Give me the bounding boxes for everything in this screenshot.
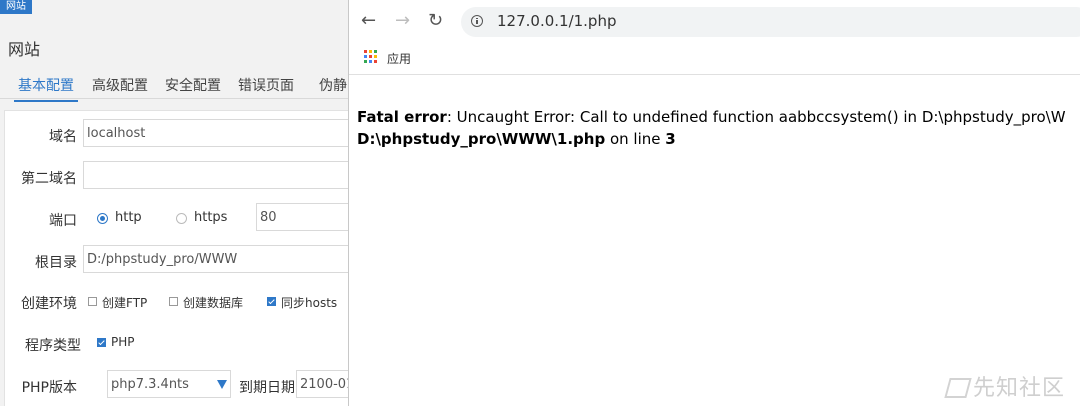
port-label: 端口 (49, 213, 77, 229)
chevron-down-icon[interactable] (217, 380, 227, 389)
domain-input[interactable]: localhost (83, 119, 348, 147)
checkbox-php[interactable] (97, 338, 106, 347)
url-text: 127.0.0.1/1.php (497, 12, 617, 30)
radio-http[interactable] (97, 213, 108, 224)
browser-toolbar: ← → ↻ 127.0.0.1/1.php (349, 0, 1080, 42)
checkbox-sync-hosts[interactable] (267, 297, 276, 306)
domain-label: 域名 (49, 129, 77, 145)
checkbox-create-ftp[interactable] (88, 297, 97, 306)
radio-https[interactable] (176, 213, 187, 224)
php-version-label: PHP版本 (21, 380, 77, 396)
root-dir-input[interactable]: D:/phpstudy_pro/WWW (83, 245, 348, 273)
error-file-path: D:\phpstudy_pro\WWW\1.php (357, 130, 606, 148)
radio-http-label: http (115, 210, 142, 225)
tab-security-config[interactable]: 安全配置 (165, 75, 221, 95)
create-db-label: 创建数据库 (183, 296, 244, 310)
on-line-text: on line (605, 130, 666, 148)
page-content: Fatal error: Uncaught Error: Call to und… (357, 106, 1080, 150)
error-line-number: 3 (665, 130, 676, 148)
tab-error-pages[interactable]: 错误页面 (238, 75, 294, 95)
php-version-select[interactable]: php7.3.4nts (107, 370, 231, 398)
reload-icon[interactable]: ↻ (428, 11, 443, 31)
error-line-1: Fatal error: Uncaught Error: Call to und… (357, 106, 1080, 128)
php-type-label: PHP (111, 335, 135, 349)
create-ftp-label: 创建FTP (102, 296, 148, 310)
tab-basic-config[interactable]: 基本配置 (14, 75, 78, 102)
watermark-text: 先知社区 (972, 376, 1065, 401)
panel-title: 网站 (8, 40, 41, 59)
apps-grid-icon[interactable] (364, 50, 378, 64)
error-line-2: D:\phpstudy_pro\WWW\1.php on line 3 (357, 128, 1080, 150)
radio-https-label: https (194, 210, 228, 225)
program-type-label: 程序类型 (25, 338, 81, 354)
port-input[interactable]: 80 (256, 203, 348, 231)
forward-arrow-icon[interactable]: → (395, 11, 410, 31)
bookmark-apps[interactable]: 应用 (387, 50, 411, 67)
checkbox-create-db[interactable] (169, 297, 178, 306)
sync-hosts-label: 同步hosts (281, 296, 338, 310)
expire-date-label: 到期日期 (239, 380, 295, 396)
config-tabs: 基本配置 高级配置 安全配置 错误页面 伪静 (0, 70, 348, 102)
tab-advanced-config[interactable]: 高级配置 (92, 75, 148, 95)
site-form: 域名 localhost 第二域名 端口 http https 80 根目录 D… (4, 110, 348, 406)
bookmarks-bar: 应用 (349, 42, 1080, 75)
back-arrow-icon[interactable]: ← (361, 11, 376, 31)
second-domain-input[interactable] (83, 161, 348, 189)
browser-window: ← → ↻ 127.0.0.1/1.php 应用 Fatal error: Un… (348, 0, 1080, 406)
expire-date-input[interactable]: 2100-01 (296, 370, 348, 398)
create-env-label: 创建环境 (21, 296, 77, 312)
address-bar[interactable]: 127.0.0.1/1.php (461, 7, 1080, 37)
root-dir-label: 根目录 (35, 255, 77, 271)
tab-rewrite[interactable]: 伪静 (319, 75, 347, 95)
phpstudy-panel: 网站 网站 基本配置 高级配置 安全配置 错误页面 伪静 域名 localhos… (0, 0, 348, 406)
window-badge: 网站 (0, 0, 32, 14)
watermark-logo-icon (944, 378, 972, 398)
second-domain-label: 第二域名 (21, 171, 77, 187)
error-message: : Uncaught Error: Call to undefined func… (446, 108, 1066, 126)
info-icon[interactable] (471, 15, 483, 27)
error-label: Fatal error (357, 108, 447, 126)
